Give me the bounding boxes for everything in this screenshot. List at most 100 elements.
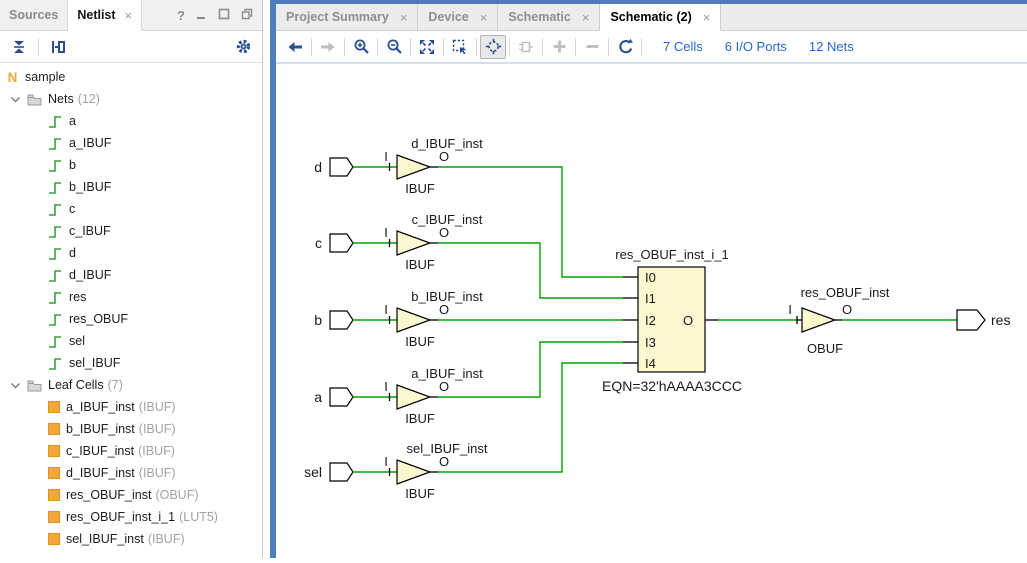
input-port-b[interactable] bbox=[330, 311, 353, 329]
output-port-res[interactable] bbox=[957, 310, 985, 330]
minus-icon[interactable] bbox=[579, 35, 605, 59]
tree-item-b_ibuf_inst[interactable]: b_IBUF_inst(IBUF) bbox=[0, 418, 262, 440]
input-port-c[interactable] bbox=[330, 234, 353, 252]
minimize-icon[interactable] bbox=[196, 8, 207, 23]
help-icon[interactable]: ? bbox=[177, 8, 185, 23]
tree-item-a_ibuf[interactable]: a_IBUF bbox=[0, 132, 262, 154]
tab-label: Device bbox=[428, 10, 468, 24]
tree-item-d_ibuf[interactable]: d_IBUF bbox=[0, 264, 262, 286]
float-icon[interactable] bbox=[241, 8, 253, 23]
tab-schematic-2[interactable]: Schematic (2) × bbox=[600, 4, 721, 31]
tree-item-a_ibuf_inst[interactable]: a_IBUF_inst(IBUF) bbox=[0, 396, 262, 418]
port-label: b bbox=[314, 312, 322, 328]
tree-item-b[interactable]: b bbox=[0, 154, 262, 176]
chevron-down-icon[interactable] bbox=[10, 380, 21, 391]
plus-icon[interactable] bbox=[546, 35, 572, 59]
tree-item-type: (IBUF) bbox=[148, 532, 185, 546]
schematic-canvas[interactable]: d I O d_IBUF_inst IBUF c I O c_IBUF_inst… bbox=[277, 65, 1027, 558]
schematic-toolbar: 7 Cells 6 I/O Ports 12 Nets bbox=[276, 31, 1027, 64]
tree-item-label: c_IBUF_inst bbox=[66, 444, 134, 458]
io-ports-link[interactable]: 6 I/O Ports bbox=[725, 39, 787, 54]
ibuf-b[interactable] bbox=[397, 308, 430, 332]
obuf-body[interactable] bbox=[802, 308, 835, 332]
tab-project-summary[interactable]: Project Summary × bbox=[276, 4, 418, 30]
instance-label: res_OBUF_inst_i_1 bbox=[615, 247, 728, 262]
net-icon bbox=[48, 290, 63, 305]
close-icon[interactable]: × bbox=[480, 10, 488, 25]
ibuf-sel[interactable] bbox=[397, 460, 430, 484]
tree-item-res_obuf_inst[interactable]: res_OBUF_inst(OBUF) bbox=[0, 484, 262, 506]
tree-item-d_ibuf_inst[interactable]: d_IBUF_inst(IBUF) bbox=[0, 462, 262, 484]
forward-button[interactable] bbox=[315, 35, 341, 59]
tree-item-leaf-cells[interactable]: Leaf Cells(7) bbox=[0, 374, 262, 396]
zoom-to-selection-icon[interactable] bbox=[447, 35, 473, 59]
collapse-all-button[interactable] bbox=[7, 35, 31, 59]
pin-label: O bbox=[439, 225, 449, 240]
tree-item-a[interactable]: a bbox=[0, 110, 262, 132]
tree-item-label: c_IBUF bbox=[69, 224, 111, 238]
zoom-in-icon[interactable] bbox=[348, 35, 374, 59]
pin-label: I bbox=[384, 454, 388, 469]
close-icon[interactable]: × bbox=[582, 10, 590, 25]
tree-item-c[interactable]: c bbox=[0, 198, 262, 220]
cells-link[interactable]: 7 Cells bbox=[663, 39, 703, 54]
tree-item-res_obuf[interactable]: res_OBUF bbox=[0, 308, 262, 330]
tab-device[interactable]: Device × bbox=[418, 4, 498, 30]
zoom-fit-icon[interactable] bbox=[414, 35, 440, 59]
net-icon bbox=[48, 136, 63, 151]
input-port-d[interactable] bbox=[330, 158, 353, 176]
tree-item-nets[interactable]: Nets (12) bbox=[0, 88, 262, 110]
close-icon[interactable]: × bbox=[400, 10, 408, 25]
regenerate-icon[interactable] bbox=[612, 35, 638, 59]
input-port-a[interactable] bbox=[330, 388, 353, 406]
tree-item-sel[interactable]: sel bbox=[0, 330, 262, 352]
tree-item-label: res_OBUF_inst bbox=[66, 488, 151, 502]
add-cell-icon[interactable] bbox=[513, 35, 539, 59]
tree-item-b_ibuf[interactable]: b_IBUF bbox=[0, 176, 262, 198]
tree-item-c_ibuf_inst[interactable]: c_IBUF_inst(IBUF) bbox=[0, 440, 262, 462]
buffer-row-d: d I O d_IBUF_inst IBUF bbox=[314, 136, 623, 277]
pin-label: I bbox=[788, 302, 792, 317]
toolbar-separator bbox=[38, 38, 39, 56]
autofit-selection-toggle[interactable] bbox=[480, 35, 506, 59]
tree-item-label: d bbox=[69, 246, 76, 260]
back-button[interactable] bbox=[282, 35, 308, 59]
type-label: IBUF bbox=[405, 411, 435, 426]
ibuf-d[interactable] bbox=[397, 155, 430, 179]
ibuf-a[interactable] bbox=[397, 385, 430, 409]
expand-netlist-button[interactable] bbox=[46, 35, 70, 59]
tree-item-count: (12) bbox=[78, 92, 100, 106]
tree-item-res[interactable]: res bbox=[0, 286, 262, 308]
chevron-down-icon[interactable] bbox=[10, 94, 21, 105]
tree-item-res_obuf_inst_i_1[interactable]: res_OBUF_inst_i_1(LUT5) bbox=[0, 506, 262, 528]
folder-icon bbox=[27, 93, 42, 106]
tab-netlist[interactable]: Netlist × bbox=[68, 0, 142, 31]
input-port-sel[interactable] bbox=[330, 463, 353, 481]
tree-item-sel_ibuf[interactable]: sel_IBUF bbox=[0, 352, 262, 374]
netlist-toolbar bbox=[0, 31, 262, 63]
instance-label: c_IBUF_inst bbox=[412, 212, 483, 227]
tree-item-label: b bbox=[69, 158, 76, 172]
close-icon[interactable]: × bbox=[703, 10, 711, 25]
nets-link[interactable]: 12 Nets bbox=[809, 39, 854, 54]
maximize-icon[interactable] bbox=[218, 8, 230, 23]
settings-gear-icon[interactable] bbox=[231, 35, 255, 59]
type-label: IBUF bbox=[405, 334, 435, 349]
close-icon[interactable]: × bbox=[125, 8, 133, 23]
netlist-panel: Sources Netlist × ? Nsample Nets (12) bbox=[0, 0, 263, 558]
tree-item-label: a_IBUF bbox=[69, 136, 111, 150]
tab-schematic[interactable]: Schematic × bbox=[498, 4, 600, 30]
tab-sources[interactable]: Sources bbox=[0, 0, 68, 30]
tree-item-d[interactable]: d bbox=[0, 242, 262, 264]
instance-label: res_OBUF_inst bbox=[801, 285, 890, 300]
tree-item-sample[interactable]: Nsample bbox=[0, 66, 262, 88]
tree-item-c_ibuf[interactable]: c_IBUF bbox=[0, 220, 262, 242]
pin-label: I4 bbox=[645, 356, 656, 371]
tree-item-label: Nets bbox=[48, 92, 74, 106]
ibuf-c[interactable] bbox=[397, 231, 430, 255]
type-label: OBUF bbox=[807, 341, 843, 356]
zoom-out-icon[interactable] bbox=[381, 35, 407, 59]
tree-item-sel_ibuf_inst[interactable]: sel_IBUF_inst(IBUF) bbox=[0, 528, 262, 550]
instance-label: d_IBUF_inst bbox=[411, 136, 483, 151]
pin-label: I0 bbox=[645, 270, 656, 285]
